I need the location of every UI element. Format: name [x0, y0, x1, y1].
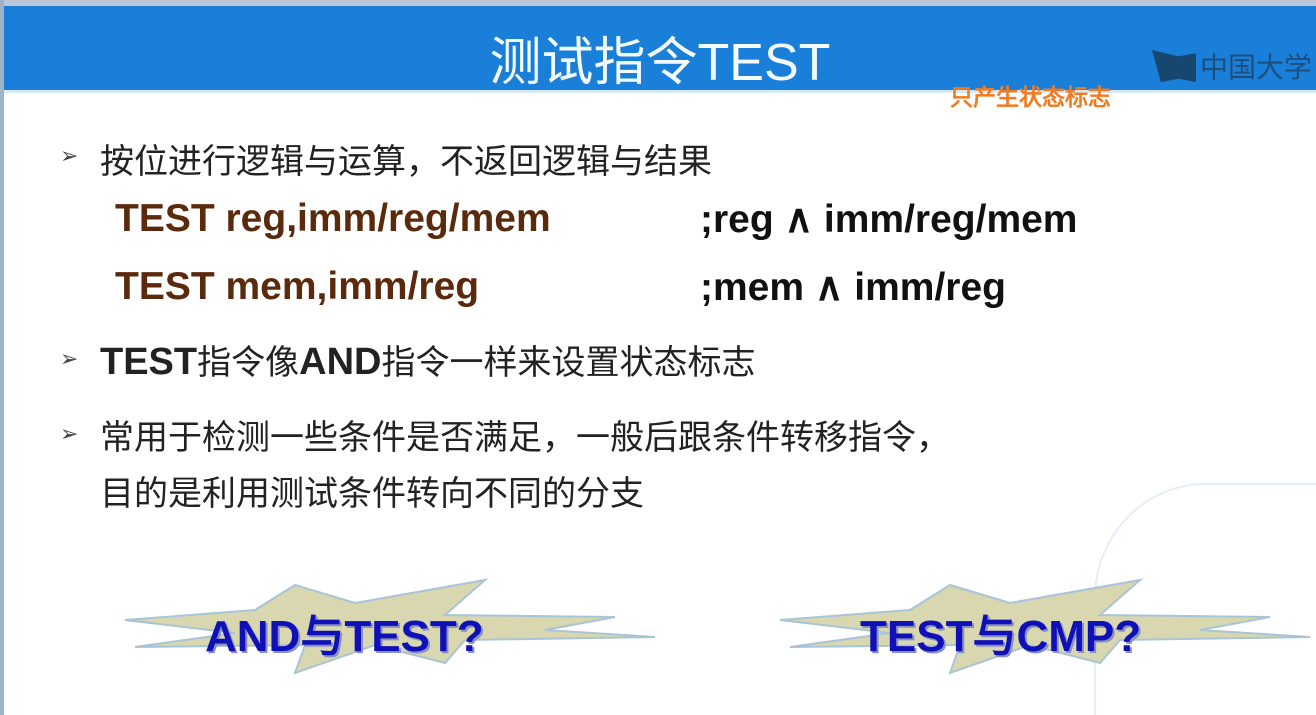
bullet-2: TEST指令像AND指令一样来设置状态标志 — [100, 341, 756, 383]
bullet-icon: ➢ — [60, 144, 79, 169]
star-label-test-cmp: TEST与CMP? — [860, 612, 1142, 661]
code-instr-2: TEST mem,imm/reg — [115, 265, 480, 308]
slide-header: 测试指令TEST 中国大学 — [4, 6, 1316, 93]
bullet-1: 按位进行逻辑与运算，不返回逻辑与结果 — [100, 142, 712, 182]
code-comment-1: ;reg ∧ imm/reg/mem — [700, 198, 1078, 241]
bullet-3-line-1: 常用于检测一些条件是否满足，一般后跟条件转移指令， — [100, 418, 950, 458]
code-comment-2: ;mem ∧ imm/reg — [700, 266, 1006, 309]
mooc-logo: 中国大学 — [1152, 46, 1312, 86]
bullet-icon: ➢ — [60, 347, 79, 372]
code-instr-1: TEST reg,imm/reg/mem — [115, 197, 551, 240]
annotation-note: 只产生状态标志 — [950, 85, 1111, 111]
star-label-and-test: AND与TEST? — [205, 612, 484, 661]
window-left-edge — [0, 0, 4, 715]
bullet-3-line-2: 目的是利用测试条件转向不同的分支 — [100, 474, 644, 514]
book-icon — [1152, 50, 1196, 82]
bullet-icon: ➢ — [60, 422, 79, 447]
slide-title: 测试指令TEST — [489, 34, 831, 92]
logo-text: 中国大学 — [1200, 51, 1313, 84]
